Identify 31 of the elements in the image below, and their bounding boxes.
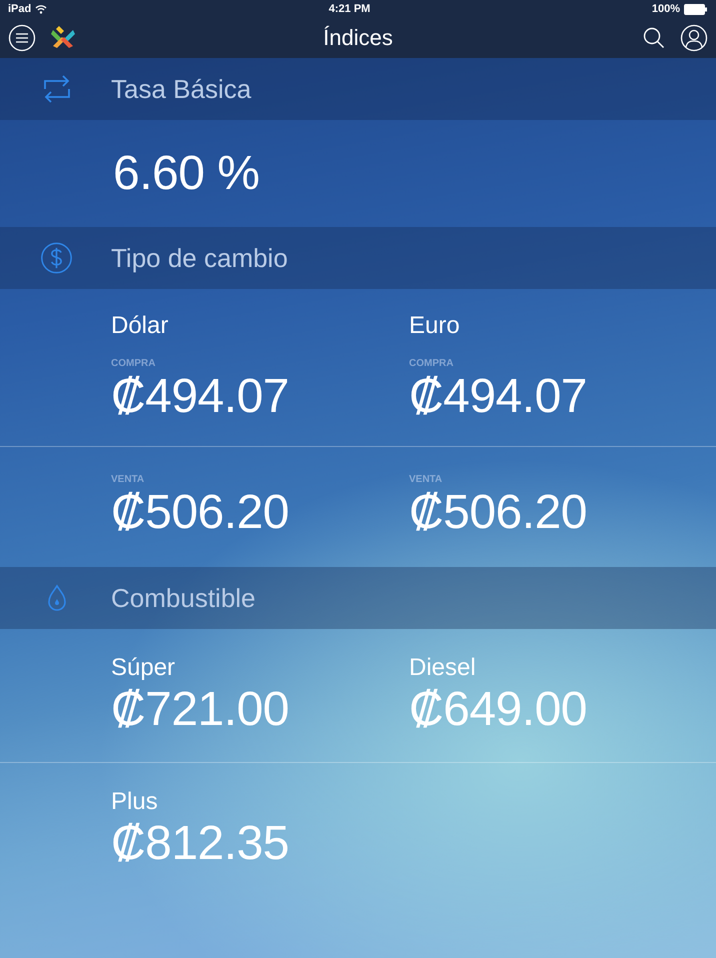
sell-label: VENTA bbox=[111, 474, 146, 485]
search-button[interactable] bbox=[642, 26, 666, 50]
menu-button[interactable] bbox=[8, 24, 36, 52]
app-logo bbox=[50, 25, 76, 51]
buy-label: COMPRA bbox=[111, 358, 156, 368]
fuel-price: ₡649.00 bbox=[409, 682, 588, 737]
profile-button[interactable] bbox=[680, 24, 708, 52]
sell-price: ₡506.20 bbox=[111, 485, 290, 540]
page-title: Índices bbox=[323, 25, 393, 51]
sell-label: VENTA bbox=[409, 474, 444, 485]
dollar-icon bbox=[40, 240, 73, 276]
rate-value: 6.60 % bbox=[113, 146, 260, 201]
section-title: Tipo de cambio bbox=[111, 242, 288, 274]
currency-name: Dólar bbox=[111, 312, 170, 340]
fuel-price: ₡812.35 bbox=[111, 816, 290, 870]
device-name: iPad bbox=[8, 3, 32, 15]
battery-icon bbox=[684, 4, 708, 14]
buy-price: ₡494.07 bbox=[111, 368, 290, 424]
currency-name: Euro bbox=[409, 312, 461, 340]
fuel-price: ₡721.00 bbox=[111, 682, 290, 737]
buy-price: ₡494.07 bbox=[409, 368, 588, 424]
battery-percent: 100% bbox=[652, 3, 680, 15]
sell-price: ₡506.20 bbox=[409, 485, 588, 540]
wifi-icon bbox=[35, 3, 48, 15]
fuel-name: Súper bbox=[111, 654, 176, 682]
section-title: Combustible bbox=[111, 582, 256, 614]
buy-label: COMPRA bbox=[409, 358, 454, 368]
clock-time: 4:21 PM bbox=[328, 3, 370, 15]
section-title: Tasa Básica bbox=[111, 74, 252, 104]
fuel-name: Plus bbox=[111, 788, 159, 816]
fuel-name: Diesel bbox=[409, 654, 477, 682]
